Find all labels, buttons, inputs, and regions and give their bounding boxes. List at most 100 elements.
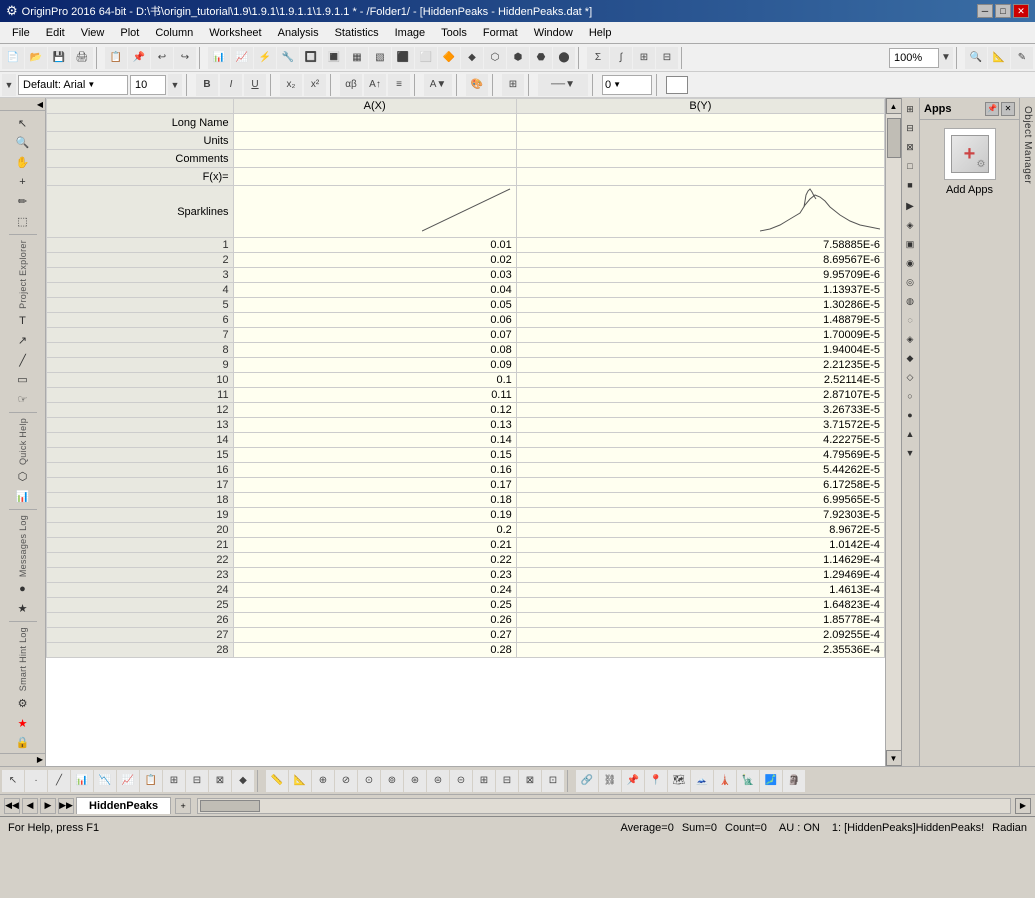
ri-btn-6[interactable]: ◈ [902, 216, 918, 234]
greek-button[interactable]: αβ [340, 74, 362, 96]
col-b-header[interactable]: B(Y) [516, 99, 884, 114]
side-btn-gear[interactable]: ⚙ [9, 694, 37, 713]
zoom-input[interactable] [889, 48, 939, 68]
undo-btn[interactable]: ↩ [151, 47, 173, 69]
bt-btn-2[interactable]: · [25, 770, 47, 792]
crosshair-tool-btn[interactable]: + [9, 173, 37, 192]
ri-btn-17[interactable]: ▲ [902, 425, 918, 443]
align-left-btn[interactable]: ≡ [388, 74, 410, 96]
open-btn[interactable]: 📂 [25, 47, 47, 69]
maximize-button[interactable]: □ [995, 4, 1011, 18]
bt-btn-15[interactable]: ⊘ [335, 770, 357, 792]
tb-btn-14[interactable]: ◆ [461, 47, 483, 69]
border-btn[interactable]: ⊞ [502, 74, 524, 96]
menu-image[interactable]: Image [387, 25, 434, 41]
bt-btn-31[interactable]: 🗼 [714, 770, 736, 792]
long-name-b[interactable] [516, 114, 884, 132]
bt-btn-17[interactable]: ⊚ [381, 770, 403, 792]
bt-btn-13[interactable]: 📐 [289, 770, 311, 792]
side-btn-hand[interactable]: ☞ [9, 390, 37, 409]
tb-btn-7[interactable]: 🔲 [300, 47, 322, 69]
tb-btn-11[interactable]: ⬛ [392, 47, 414, 69]
ri-btn-4[interactable]: □ [902, 157, 918, 175]
bt-btn-23[interactable]: ⊠ [519, 770, 541, 792]
ri-btn-9[interactable]: ◎ [902, 273, 918, 291]
h-scroll-track[interactable] [197, 798, 1011, 814]
col-a-header[interactable]: A(X) [233, 99, 516, 114]
ri-btn-14[interactable]: ◇ [902, 368, 918, 386]
bt-btn-20[interactable]: ⊝ [450, 770, 472, 792]
tb-btn-22[interactable]: ⊟ [656, 47, 678, 69]
menu-statistics[interactable]: Statistics [327, 25, 387, 41]
paste-btn[interactable]: 📌 [128, 47, 150, 69]
tb-btn-21[interactable]: ⊞ [633, 47, 655, 69]
ri-btn-12[interactable]: ◈ [902, 330, 918, 348]
ri-btn-3[interactable]: ⊠ [902, 138, 918, 156]
bt-btn-11[interactable]: ◆ [232, 770, 254, 792]
copy-btn[interactable]: 📋 [105, 47, 127, 69]
draw-tool-btn[interactable]: ✏ [9, 193, 37, 212]
add-apps-label[interactable]: Add Apps [946, 184, 993, 196]
color-picker-btn[interactable]: A▼ [424, 74, 452, 96]
sidebar-toggle-btn[interactable]: ◀ [0, 100, 45, 111]
tb-btn-4[interactable]: 📈 [231, 47, 253, 69]
bt-btn-3[interactable]: ╱ [48, 770, 70, 792]
h-scroll-thumb[interactable] [200, 800, 260, 812]
tb-btn-16[interactable]: ⬢ [507, 47, 529, 69]
bt-btn-26[interactable]: ⛓ [599, 770, 621, 792]
tb-btn-12[interactable]: ⬜ [415, 47, 437, 69]
tb-btn-25[interactable]: ✎ [1011, 47, 1033, 69]
side-btn-arrow[interactable]: ↗ [9, 331, 37, 350]
bt-btn-18[interactable]: ⊛ [404, 770, 426, 792]
bt-btn-10[interactable]: ⊠ [209, 770, 231, 792]
bt-btn-5[interactable]: 📉 [94, 770, 116, 792]
side-btn-line[interactable]: ╱ [9, 351, 37, 370]
tb-btn-9[interactable]: ▦ [346, 47, 368, 69]
menu-column[interactable]: Column [147, 25, 201, 41]
menu-file[interactable]: File [4, 25, 38, 41]
bt-btn-34[interactable]: 🗿 [783, 770, 805, 792]
ri-btn-11[interactable]: ◌ [902, 311, 918, 329]
ri-btn-18[interactable]: ▼ [902, 444, 918, 462]
bt-btn-33[interactable]: 🗾 [760, 770, 782, 792]
eraser-tool-btn[interactable]: ⬚ [9, 212, 37, 231]
line-style-btn[interactable]: ──▼ [538, 74, 588, 96]
side-btn-data[interactable]: 📊 [9, 487, 37, 506]
italic-button[interactable]: I [220, 74, 242, 96]
ri-btn-13[interactable]: ◆ [902, 349, 918, 367]
bt-btn-29[interactable]: 🗺 [668, 770, 690, 792]
tb-btn-5[interactable]: ⚡ [254, 47, 276, 69]
side-btn-star[interactable]: ★ [9, 599, 37, 618]
active-sheet-tab[interactable]: HiddenPeaks [76, 797, 171, 814]
bt-btn-21[interactable]: ⊞ [473, 770, 495, 792]
superscript-button[interactable]: x² [304, 74, 326, 96]
bt-btn-9[interactable]: ⊟ [186, 770, 208, 792]
bt-btn-1[interactable]: ↖ [2, 770, 24, 792]
scroll-down-btn[interactable]: ▼ [886, 750, 902, 766]
ri-btn-2[interactable]: ⊟ [902, 119, 918, 137]
side-btn-star2[interactable]: ★ [9, 714, 37, 733]
menu-worksheet[interactable]: Worksheet [201, 25, 269, 41]
close-button[interactable]: ✕ [1013, 4, 1029, 18]
tb-btn-13[interactable]: 🔶 [438, 47, 460, 69]
units-b[interactable] [516, 132, 884, 150]
bt-btn-30[interactable]: 🗻 [691, 770, 713, 792]
minimize-button[interactable]: ─ [977, 4, 993, 18]
bold-button[interactable]: B [196, 74, 218, 96]
bt-btn-7[interactable]: 📋 [140, 770, 162, 792]
bt-btn-19[interactable]: ⊜ [427, 770, 449, 792]
comments-b[interactable] [516, 150, 884, 168]
scroll-thumb[interactable] [887, 118, 901, 158]
menu-edit[interactable]: Edit [38, 25, 73, 41]
print-btn[interactable]: 🖨 [71, 47, 93, 69]
bt-btn-25[interactable]: 🔗 [576, 770, 598, 792]
object-manager-tab[interactable]: Object Manager [1019, 98, 1035, 766]
pan-tool-btn[interactable]: ✋ [9, 153, 37, 172]
underline-button[interactable]: U [244, 74, 266, 96]
ri-btn-1[interactable]: ⊞ [902, 100, 918, 118]
sheet-nav-last-btn[interactable]: ▶▶ [58, 798, 74, 814]
bt-btn-4[interactable]: 📊 [71, 770, 93, 792]
ri-btn-7[interactable]: ▣ [902, 235, 918, 253]
vertical-scrollbar[interactable]: ▲ ▼ [885, 98, 901, 766]
bt-btn-28[interactable]: 📍 [645, 770, 667, 792]
